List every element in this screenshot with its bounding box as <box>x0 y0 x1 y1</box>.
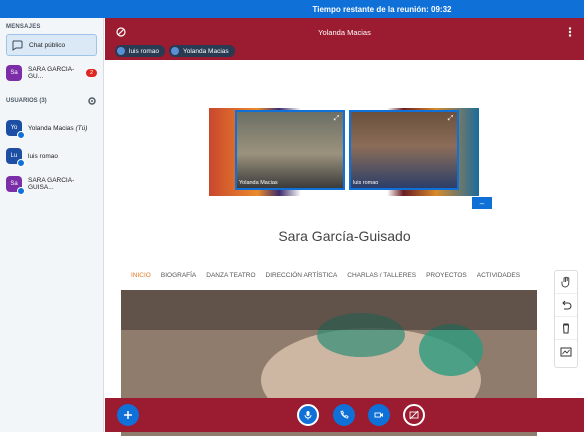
talkers-list: luis romao Yolanda Macias <box>115 45 235 57</box>
minimize-button[interactable]: – <box>472 197 492 209</box>
more-options-icon[interactable] <box>568 27 572 37</box>
public-chat-item[interactable]: Chat público <box>6 34 97 56</box>
expand-icon[interactable]: ⤢ <box>446 114 455 123</box>
whiteboard-toolbar <box>554 270 578 368</box>
nav-item-charlas-talleres[interactable]: CHARLAS / TALLERES <box>347 272 416 279</box>
users-header: USUARIOS (3) <box>0 96 103 106</box>
undo-tool[interactable] <box>555 294 577 317</box>
meeting-main: Yolanda Macias luis romao Yolanda Macias… <box>105 18 584 436</box>
mic-icon <box>117 47 125 55</box>
user-item[interactable]: Lu luis romao <box>0 142 103 170</box>
users-title: USUARIOS (3) <box>6 98 47 104</box>
user-suffix: (Tú) <box>75 124 88 132</box>
nav-item-actividades[interactable]: ACTIVIDADES <box>477 272 520 279</box>
expand-icon[interactable]: ⤢ <box>332 114 341 123</box>
actions-button[interactable] <box>117 404 139 426</box>
main-header: Yolanda Macias <box>105 18 584 46</box>
user-name: Yolanda Macias <box>28 124 74 132</box>
video-name: luis romao <box>353 180 379 186</box>
unread-badge: 2 <box>85 69 97 77</box>
gear-icon[interactable] <box>87 96 97 106</box>
nav-item-proyectos[interactable]: PROYECTOS <box>426 272 467 279</box>
user-name: luis romao <box>28 152 58 160</box>
user-item[interactable]: Yo Yolanda Macias (Tú) <box>0 114 103 142</box>
video-name: Yolanda Macias <box>239 180 278 186</box>
microphone-icon <box>304 411 312 420</box>
avatar: Yo <box>6 120 25 139</box>
mute-button[interactable] <box>297 404 319 426</box>
nav-item-biografia[interactable]: BIOGRAFÍA <box>161 272 196 279</box>
sidebar: MENSAJES Chat público Sa SARA GARCIA-GU.… <box>0 18 104 432</box>
user-name: SARA GARCIA-GUISA... <box>28 177 75 191</box>
talker-pill[interactable]: luis romao <box>115 45 165 57</box>
multi-user-tool[interactable] <box>555 340 577 363</box>
nav-item-inicio[interactable]: INICIO <box>131 272 151 279</box>
avatar: Sa <box>6 65 22 81</box>
nav-item-danza-teatro[interactable]: DANZA TEATRO <box>206 272 255 279</box>
share-camera-button[interactable] <box>368 404 390 426</box>
video-camera-icon <box>374 412 383 418</box>
user-item[interactable]: Sa SARA GARCIA-GUISA... <box>0 170 103 198</box>
chart-icon <box>560 347 572 356</box>
presenter-title: Yolanda Macias <box>318 27 371 37</box>
private-chat-item[interactable]: Sa SARA GARCIA-GU... 2 <box>0 62 103 84</box>
website-nav: INICIO BIOGRAFÍA DANZA TEATRO DIRECCIÓN … <box>131 272 520 279</box>
video-tile[interactable]: ⤢ luis romao <box>349 110 459 190</box>
screen-share-button[interactable] <box>403 404 425 426</box>
chat-icon <box>12 40 23 51</box>
mic-icon <box>170 47 179 55</box>
undo-icon <box>562 300 572 310</box>
screen-share-off-icon <box>409 410 419 420</box>
avatar: Lu <box>6 148 25 167</box>
hand-tool[interactable] <box>555 271 577 294</box>
presentation-area: ⤢ Yolanda Macias ⤢ luis romao – Sara Gar… <box>105 60 584 436</box>
clear-tool[interactable] <box>555 317 577 340</box>
nav-item-direccion-artistica[interactable]: DIRECCIÓN ARTÍSTICA <box>266 272 338 279</box>
avatar: Sa <box>6 176 25 195</box>
phone-icon <box>340 410 349 419</box>
leave-audio-button[interactable] <box>333 404 355 426</box>
hand-icon <box>561 276 570 288</box>
talker-pill[interactable]: Yolanda Macias <box>168 45 235 57</box>
site-title: Sara García-Guisado <box>278 228 411 244</box>
trash-icon <box>563 323 569 334</box>
meeting-time-remaining: Tiempo restante de la reunión: 09:32 <box>312 4 452 14</box>
public-chat-label: Chat público <box>29 41 66 49</box>
action-bar <box>105 398 584 432</box>
video-tile[interactable]: ⤢ Yolanda Macias <box>235 110 345 190</box>
private-chat-name: SARA GARCIA-GU... <box>28 66 75 80</box>
messages-title: MENSAJES <box>6 24 41 30</box>
plus-icon <box>124 411 132 419</box>
meeting-timer-bar: Tiempo restante de la reunión: 09:32 <box>0 0 584 18</box>
